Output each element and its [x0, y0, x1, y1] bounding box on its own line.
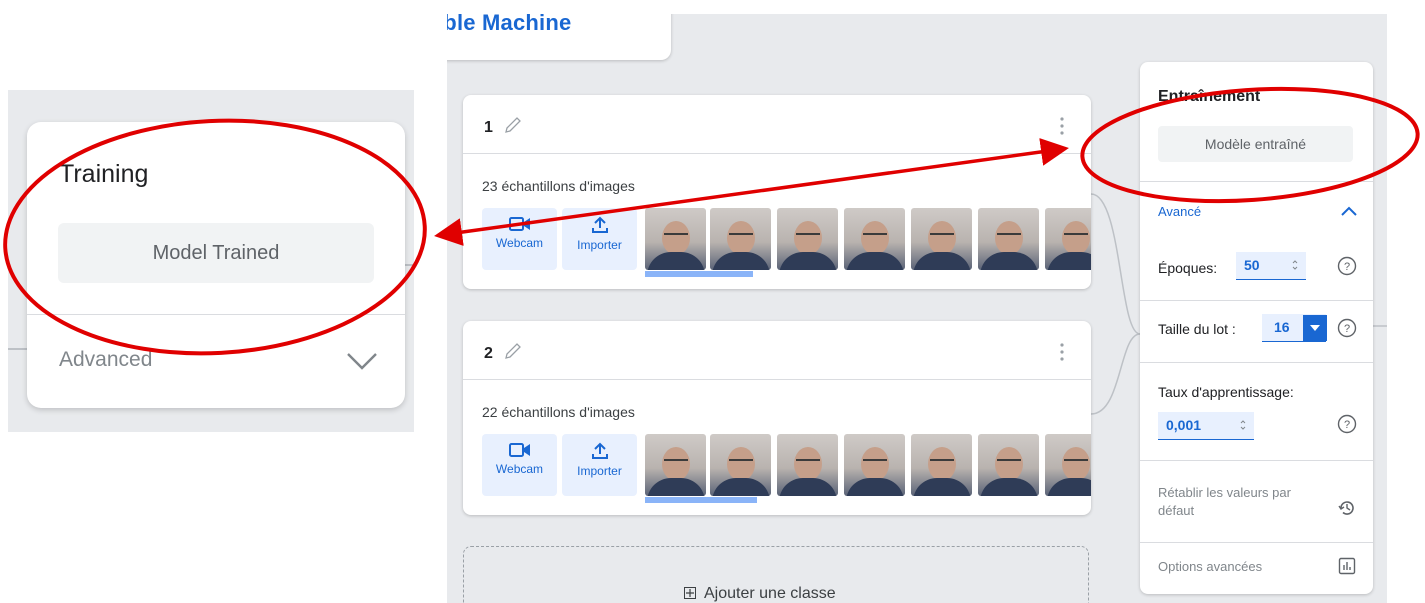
- training-panel: Entraînement Modèle entraîné Avancé Époq…: [1140, 62, 1373, 594]
- upload-progress-bar: [645, 497, 757, 503]
- upload-progress-bar: [645, 271, 753, 277]
- upload-button[interactable]: Importer: [562, 434, 637, 496]
- sample-thumbnail[interactable]: [911, 434, 972, 496]
- divider: [1140, 300, 1373, 301]
- sample-thumbnail[interactable]: [645, 208, 706, 270]
- divider: [1140, 542, 1373, 543]
- pencil-icon[interactable]: [503, 115, 523, 135]
- batch-size-label: Taille du lot :: [1158, 321, 1236, 337]
- sample-thumbnails: [645, 208, 1091, 270]
- sample-thumbnail[interactable]: [645, 434, 706, 496]
- class-header: 1: [463, 95, 1091, 154]
- sample-thumbnails: [645, 434, 1091, 496]
- webcam-label: Webcam: [495, 236, 544, 250]
- add-box-icon: [684, 587, 696, 599]
- bar-chart-icon[interactable]: [1337, 556, 1357, 576]
- chevron-down-icon[interactable]: [345, 350, 379, 372]
- epochs-input[interactable]: 50: [1236, 252, 1306, 280]
- add-class-button[interactable]: Ajouter une classe: [463, 546, 1089, 603]
- sample-thumbnail[interactable]: [710, 434, 771, 496]
- divider: [1140, 362, 1373, 363]
- sample-thumbnail[interactable]: [844, 434, 905, 496]
- upload-button[interactable]: Importer: [562, 208, 637, 270]
- more-vert-icon[interactable]: [1060, 343, 1064, 361]
- class-header: 2: [463, 321, 1091, 380]
- sample-thumbnail[interactable]: [911, 208, 972, 270]
- upload-icon: [591, 216, 608, 233]
- videocam-icon: [508, 443, 530, 457]
- zoom-inset: Training Model Trained Advanced: [8, 90, 414, 432]
- spinner-icon[interactable]: [1292, 259, 1298, 271]
- sample-count: 23 échantillons d'images: [482, 178, 635, 194]
- add-class-label: Ajouter une classe: [684, 585, 836, 603]
- sample-thumbnail[interactable]: [1045, 208, 1091, 270]
- sample-thumbnail[interactable]: [1045, 434, 1091, 496]
- divider: [1140, 181, 1373, 182]
- model-trained-button[interactable]: Model Trained: [58, 223, 374, 283]
- teachable-machine-app: ıble Machine 1 23 échantillons d'images …: [447, 14, 1387, 603]
- class-card: 1 23 échantillons d'images Webcam Import…: [463, 95, 1091, 289]
- reset-defaults-button[interactable]: Rétablir les valeurs par défaut: [1158, 484, 1328, 520]
- svg-text:?: ?: [1344, 419, 1350, 431]
- upload-label: Importer: [577, 238, 622, 252]
- class-name[interactable]: 2: [484, 345, 493, 363]
- svg-text:?: ?: [1344, 323, 1350, 335]
- class-name[interactable]: 1: [484, 119, 493, 137]
- sample-thumbnail[interactable]: [844, 208, 905, 270]
- page-margin: [1387, 14, 1425, 603]
- svg-text:?: ?: [1344, 261, 1350, 273]
- dropdown-arrow-icon[interactable]: [1303, 315, 1327, 341]
- learning-rate-label: Taux d'apprentissage:: [1158, 384, 1294, 400]
- chevron-up-icon[interactable]: [1341, 206, 1357, 216]
- advanced-options-button[interactable]: Options avancées: [1158, 558, 1262, 576]
- sample-thumbnail[interactable]: [777, 434, 838, 496]
- sample-thumbnail[interactable]: [710, 208, 771, 270]
- class-card: 2 22 échantillons d'images Webcam Import…: [463, 321, 1091, 515]
- training-title: Entraînement: [1158, 88, 1261, 105]
- divider: [1140, 460, 1373, 461]
- more-vert-icon[interactable]: [1060, 117, 1064, 135]
- training-title: Training: [59, 160, 149, 188]
- sample-count: 22 échantillons d'images: [482, 404, 635, 420]
- advanced-toggle-label[interactable]: Avancé: [1158, 204, 1201, 219]
- pencil-icon[interactable]: [503, 341, 523, 361]
- webcam-button[interactable]: Webcam: [482, 208, 557, 270]
- webcam-label: Webcam: [495, 462, 544, 476]
- help-icon[interactable]: ?: [1337, 256, 1357, 276]
- advanced-toggle-label[interactable]: Advanced: [59, 348, 152, 372]
- connector-line: [8, 348, 28, 350]
- divider: [27, 314, 405, 315]
- help-icon[interactable]: ?: [1337, 318, 1357, 338]
- webcam-button[interactable]: Webcam: [482, 434, 557, 496]
- learning-rate-input[interactable]: 0,001: [1158, 412, 1254, 440]
- epochs-label: Époques:: [1158, 260, 1218, 276]
- sample-thumbnail[interactable]: [978, 208, 1039, 270]
- spinner-icon[interactable]: [1240, 419, 1246, 431]
- videocam-icon: [508, 217, 530, 231]
- upload-label: Importer: [577, 464, 622, 478]
- training-card-zoomed: Training Model Trained Advanced: [27, 122, 405, 408]
- help-icon[interactable]: ?: [1337, 414, 1357, 434]
- model-trained-button[interactable]: Modèle entraîné: [1158, 126, 1353, 162]
- upload-icon: [591, 442, 608, 459]
- history-icon[interactable]: [1337, 498, 1357, 518]
- sample-thumbnail[interactable]: [978, 434, 1039, 496]
- sample-thumbnail[interactable]: [777, 208, 838, 270]
